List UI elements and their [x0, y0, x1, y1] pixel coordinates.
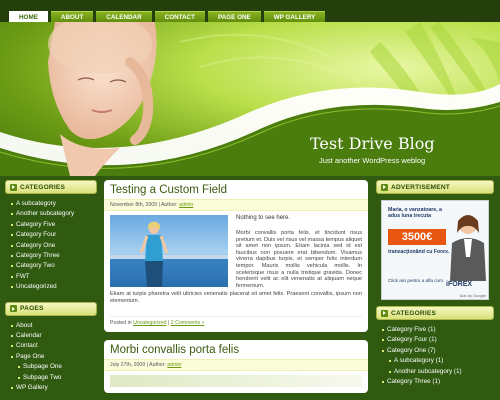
- category-link[interactable]: Category Two: [11, 261, 97, 271]
- widget-header: CATEGORIES: [5, 180, 97, 194]
- ad-click-link[interactable]: Click aici pentru a afla cum.: [388, 278, 444, 284]
- category-link[interactable]: Another subcategory: [11, 209, 97, 219]
- ad-subtext: tranzacţionând cu Forex.: [388, 249, 450, 255]
- post-title[interactable]: Testing a Custom Field: [110, 184, 362, 196]
- right-sidebar: ADVERTISEMENT Maria, o vanzatoare, a adu…: [376, 180, 494, 392]
- category-link[interactable]: Uncategorized: [133, 320, 166, 326]
- categories-widget: CATEGORIES Category Five (1) Category Fo…: [376, 306, 494, 392]
- post-meta: July 27th, 2009 | Author: admin: [104, 359, 368, 371]
- advertisement-widget: ADVERTISEMENT Maria, o vanzatoare, a adu…: [376, 180, 494, 300]
- ad-price: 3500€: [388, 229, 446, 245]
- widget-title: CATEGORIES: [391, 309, 437, 317]
- left-sidebar: CATEGORIES A subcategory Another subcate…: [5, 180, 97, 399]
- category-link[interactable]: Category One: [11, 241, 97, 251]
- page-link[interactable]: About: [11, 321, 97, 331]
- subpage-link[interactable]: Subpage One: [11, 362, 97, 372]
- pages-widget: PAGES About Calendar Contact Page One Su…: [5, 301, 97, 399]
- arrow-right-icon: [10, 305, 17, 313]
- comments-link[interactable]: 2 Comments »: [171, 320, 205, 326]
- subcategory-link[interactable]: A subcategory (1): [382, 356, 494, 366]
- category-link[interactable]: Category Three (1): [382, 377, 494, 387]
- widget-header: CATEGORIES: [376, 306, 494, 320]
- post: Morbi convallis porta felis July 27th, 2…: [104, 340, 368, 393]
- post-footer: Posted in Uncategorized | 2 Comments »: [110, 316, 362, 326]
- blog-title[interactable]: Test Drive Blog: [310, 134, 435, 153]
- pages-list: About Calendar Contact Page One Subpage …: [11, 321, 97, 394]
- advertisement-banner[interactable]: Maria, o vanzatoare, a adus luna trecuta…: [381, 200, 489, 300]
- posted-in-label: Posted in: [110, 320, 134, 326]
- widget-title: PAGES: [20, 305, 44, 313]
- category-link[interactable]: A subcategory: [11, 199, 97, 209]
- blog-tagline: Just another WordPress weblog: [319, 156, 426, 165]
- main-content: Testing a Custom Field November 8th, 200…: [104, 180, 368, 400]
- category-link[interactable]: Uncategorized: [11, 282, 97, 292]
- site-header: Test Drive Blog Just another WordPress w…: [0, 22, 500, 176]
- header-hero-image: [48, 22, 157, 176]
- category-link[interactable]: Category Three: [11, 251, 97, 261]
- category-list: A subcategory Another subcategory Catego…: [11, 199, 97, 293]
- arrow-right-icon: [10, 183, 17, 191]
- widget-header: ADVERTISEMENT: [376, 180, 494, 194]
- post: Testing a Custom Field November 8th, 200…: [104, 180, 368, 332]
- ads-by-google[interactable]: Ads by Google: [460, 293, 486, 298]
- subcategory-link[interactable]: Another subcategory (1): [382, 367, 494, 377]
- author-link[interactable]: admin: [167, 362, 181, 368]
- category-link[interactable]: Category One (7): [382, 346, 494, 356]
- post-date: July 27th, 2009 | Author:: [110, 362, 168, 368]
- post-date: November 8th, 2009 | Author:: [110, 202, 180, 208]
- category-link[interactable]: Category Four (1): [382, 335, 494, 345]
- page-link[interactable]: Page One: [11, 352, 97, 362]
- arrow-right-icon: [381, 309, 388, 317]
- ad-brand-logo: iFOREX: [446, 281, 473, 288]
- categories-widget: CATEGORIES A subcategory Another subcate…: [5, 180, 97, 298]
- page-link[interactable]: WP Gallery: [11, 383, 97, 393]
- category-link[interactable]: FWT: [11, 272, 97, 282]
- post-title[interactable]: Morbi convallis porta felis: [110, 344, 362, 356]
- category-link[interactable]: Category Four: [11, 230, 97, 240]
- page-link[interactable]: Calendar: [11, 331, 97, 341]
- post-meta: November 8th, 2009 | Author: admin: [104, 199, 368, 211]
- post-lead: Nothing to see here.: [236, 215, 291, 221]
- post-body: Nothing to see here. Morbi convallis por…: [110, 215, 362, 316]
- post-image: [110, 375, 362, 387]
- subpage-link[interactable]: Subpage Two: [11, 373, 97, 383]
- top-navigation: HOME ABOUT CALENDAR CONTACT PAGE ONE WP …: [0, 0, 500, 23]
- widget-title: CATEGORIES: [20, 183, 66, 191]
- post-paragraph: Morbi convallis porta felis, et tincidun…: [236, 230, 362, 289]
- category-list: Category Five (1) Category Four (1) Cate…: [382, 325, 494, 387]
- widget-title: ADVERTISEMENT: [391, 183, 451, 191]
- post-image: [110, 215, 228, 287]
- category-link[interactable]: Category Five (1): [382, 325, 494, 335]
- category-link[interactable]: Category Five: [11, 220, 97, 230]
- author-link[interactable]: admin: [179, 202, 193, 208]
- widget-header: PAGES: [5, 301, 97, 316]
- post-paragraph: Etiam at turpis pharetra velit ultricies…: [110, 291, 362, 304]
- page-link[interactable]: Contact: [11, 341, 97, 351]
- arrow-right-icon: [381, 183, 388, 191]
- ad-person-image: [450, 215, 486, 281]
